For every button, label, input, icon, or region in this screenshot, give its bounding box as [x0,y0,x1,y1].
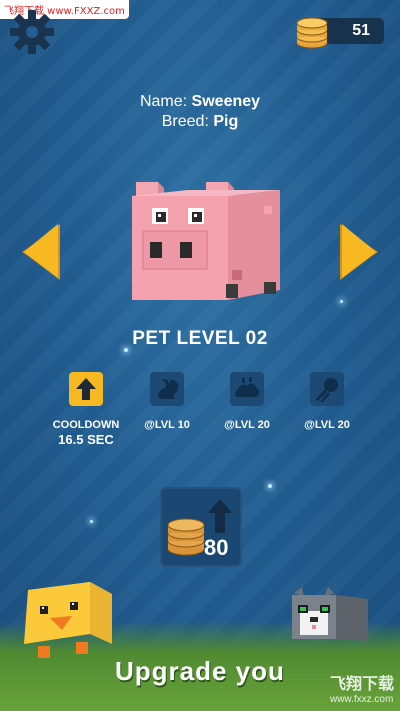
sparkle [268,484,272,488]
previous-pet-arrow-icon[interactable] [20,222,62,282]
banner-upgrade-text: Upgrade you [115,656,285,686]
watermark-bottom-url: www.fxxz.com [329,694,394,705]
ability-label: @LVL 20 [224,419,270,431]
pet-name-label: Name: [139,93,188,110]
pet-breed-line: Breed: Pig [0,112,400,132]
ability-value: 16.5 SEC [58,432,114,447]
ability-locked-lvl20-a[interactable]: @LVL 20 [207,372,287,432]
ability-label: COOLDOWN [52,419,120,431]
sparkle [90,520,93,523]
pet-name-line: Name: Sweeney [0,92,400,112]
pet-level-title: PET LEVEL 02 [132,328,268,349]
pet-breed-label: Breed: [161,113,209,130]
coin-count: 51 [352,22,370,39]
next-pet-arrow-icon[interactable] [338,222,380,282]
pet-info: Name: Sweeney Breed: Pig [0,92,400,132]
pig-pet-image [132,182,280,300]
cloud-icon [230,372,264,406]
watermark-bottom: 飞翔下载 www.fxxz.com [330,670,394,705]
ability-label: @LVL 20 [304,419,350,431]
ability-label: @LVL 10 [144,419,190,431]
gear-icon[interactable] [8,8,56,56]
comet-icon [310,372,344,406]
ability-locked-lvl20-b[interactable]: @LVL 20 [287,372,367,432]
arrow-up-icon [69,372,103,406]
cat-pet-image [292,587,368,641]
sparkle [124,348,128,352]
coin-stack-icon [296,17,328,49]
watermark-bottom-cn: 飞翔下载 [329,676,394,693]
pet-name: Sweeney [191,93,261,110]
chick-pet-image [24,582,112,658]
ability-locked-lvl10[interactable]: @LVL 10 [127,372,207,432]
upgrade-price: 80 [204,535,229,560]
pet-breed: Pig [213,113,239,130]
sparkle [340,300,343,303]
squirrel-icon [150,372,184,406]
ability-cooldown[interactable]: COOLDOWN 16.5 SEC [46,372,126,447]
upgrade-button[interactable]: 80 [160,487,242,567]
